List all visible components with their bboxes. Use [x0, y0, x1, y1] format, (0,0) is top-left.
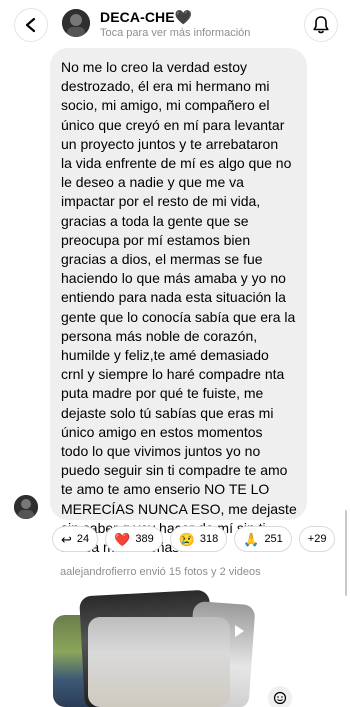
heart-icon: ❤️ — [114, 531, 131, 547]
chevron-left-icon — [25, 17, 36, 33]
message-text: No me lo creo la verdad estoy destrozado… — [61, 59, 297, 555]
bell-icon — [313, 16, 329, 34]
scrollbar[interactable] — [345, 510, 347, 596]
chat-subtitle[interactable]: Toca para ver más información — [100, 27, 250, 39]
play-icon — [235, 625, 244, 637]
sad-face-icon: 😢 — [178, 531, 195, 547]
add-emoji-icon — [273, 691, 287, 705]
reactions-bar: ↩ 24 ❤️ 389 😢 318 🙏 251 +29 — [52, 526, 336, 552]
notifications-button[interactable] — [304, 8, 338, 42]
reaction-count: 24 — [76, 533, 90, 545]
message-bubble[interactable]: No me lo creo la verdad estoy destrozado… — [50, 48, 307, 555]
chat-header: DECA-CHE🖤 Toca para ver más información — [0, 0, 350, 48]
media-sent-note: aalejandrofierro envió 15 fotos y 2 vide… — [60, 566, 261, 578]
back-button[interactable] — [14, 8, 48, 42]
reaction-sad[interactable]: 😢 318 — [169, 526, 228, 552]
reaction-reply[interactable]: ↩ 24 — [52, 526, 99, 552]
reaction-more[interactable]: +29 — [298, 526, 336, 552]
reaction-pray[interactable]: 🙏 251 — [234, 526, 292, 552]
sender-avatar[interactable] — [14, 495, 38, 519]
reaction-count: 251 — [264, 533, 283, 545]
reaction-count: 389 — [135, 533, 154, 545]
chat-title[interactable]: DECA-CHE🖤 — [100, 9, 192, 26]
reply-icon: ↩ — [61, 531, 72, 547]
avatar-image — [14, 495, 38, 519]
add-reaction-button[interactable] — [268, 686, 292, 707]
media-stack[interactable] — [50, 585, 260, 707]
photo-thumbnail[interactable] — [88, 617, 230, 707]
reaction-heart[interactable]: ❤️ 389 — [105, 526, 163, 552]
praying-hands-icon: 🙏 — [243, 531, 260, 547]
reaction-count: +29 — [307, 533, 327, 545]
reaction-count: 318 — [199, 533, 219, 545]
avatar-image — [62, 9, 90, 37]
avatar[interactable] — [62, 9, 90, 37]
